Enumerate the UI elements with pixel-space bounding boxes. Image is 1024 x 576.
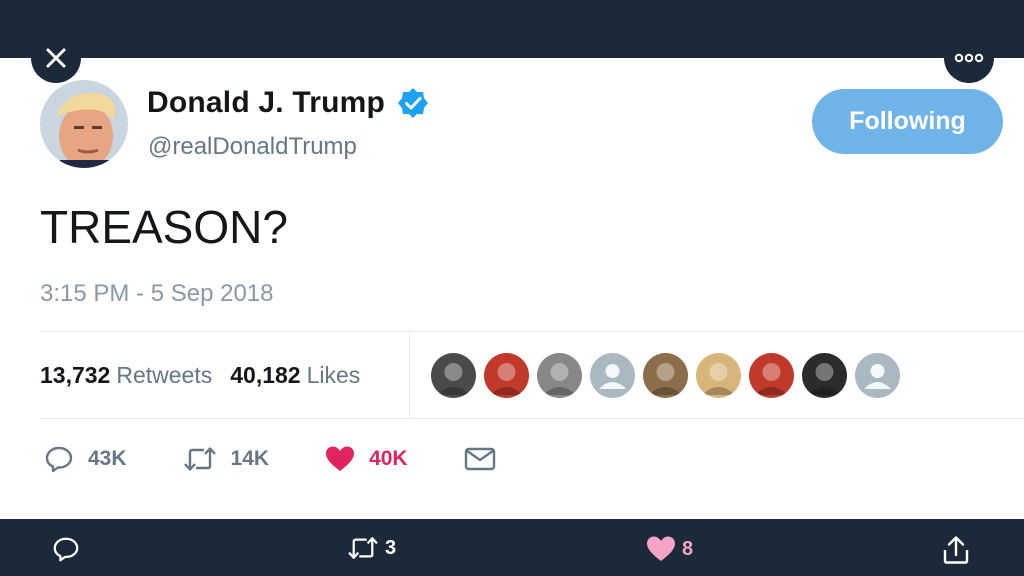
bottom-like-count: 8 [682,537,694,560]
heart-icon [647,536,675,561]
retweet-count: 14K [230,447,270,470]
direct-message-button[interactable] [464,446,496,472]
avatar-photo-icon [543,363,576,395]
retweets-count[interactable]: 13,732 [40,362,110,389]
avatar-photo-icon [755,363,788,395]
retweets-label[interactable]: Retweets [116,362,212,389]
likers-avatars[interactable] [431,353,908,398]
liker-avatar[interactable] [431,353,476,398]
following-button[interactable]: Following [812,89,1003,154]
top-bar [0,0,1024,58]
reply-icon [45,446,73,473]
tweet-actions: 43K 14K 40K [44,444,552,474]
close-icon [46,48,66,68]
avatar-photo-icon [808,363,841,395]
liker-avatar[interactable] [484,353,529,398]
bottom-reply-button[interactable] [52,535,80,563]
more-options-button[interactable] [944,33,994,83]
liker-avatar[interactable] [802,353,847,398]
message-icon [464,447,495,471]
retweet-button[interactable]: 14K [183,445,270,473]
more-icon [954,53,984,63]
reply-count: 43K [88,447,127,470]
reply-icon [53,537,79,562]
verified-icon [398,88,429,118]
likes-label[interactable]: Likes [307,362,361,389]
avatar-photo-icon [437,363,470,395]
heart-icon [326,446,355,471]
author-handle[interactable]: @realDonaldTrump [148,133,357,161]
divider [409,332,410,418]
bottom-bar [0,519,1024,576]
liker-avatar[interactable] [537,353,582,398]
retweet-icon [183,447,216,471]
reply-button[interactable]: 43K [44,444,127,474]
liker-avatar[interactable] [643,353,688,398]
divider [40,331,1024,332]
liker-avatar[interactable] [749,353,794,398]
share-icon [943,536,969,564]
liker-avatar[interactable] [696,353,741,398]
likes-count[interactable]: 40,182 [230,362,300,389]
bottom-like-button[interactable]: 8 [646,535,693,563]
default-avatar-icon [599,364,626,389]
avatar-photo-icon [490,363,523,395]
author-name[interactable]: Donald J. Trump [147,86,385,120]
author-avatar[interactable] [40,80,128,168]
avatar-photo-icon [649,363,682,395]
retweet-icon [348,537,378,559]
avatar-photo-icon [702,363,735,395]
bottom-retweet-button[interactable]: 3 [347,535,396,561]
liker-avatar[interactable] [855,353,900,398]
engagement-stats: 13,732 Retweets 40,182 Likes [40,362,378,389]
tweet-timestamp[interactable]: 3:15 PM - 5 Sep 2018 [40,280,273,308]
author-name-row: Donald J. Trump [147,86,429,120]
bottom-retweet-count: 3 [385,536,397,559]
like-count: 40K [369,447,408,470]
tweet-text: TREASON? [40,201,288,253]
like-button[interactable]: 40K [325,445,408,473]
close-button[interactable] [31,33,81,83]
bottom-share-button[interactable] [942,535,970,565]
default-avatar-icon [864,364,891,389]
divider [40,418,1024,419]
liker-avatar[interactable] [590,353,635,398]
